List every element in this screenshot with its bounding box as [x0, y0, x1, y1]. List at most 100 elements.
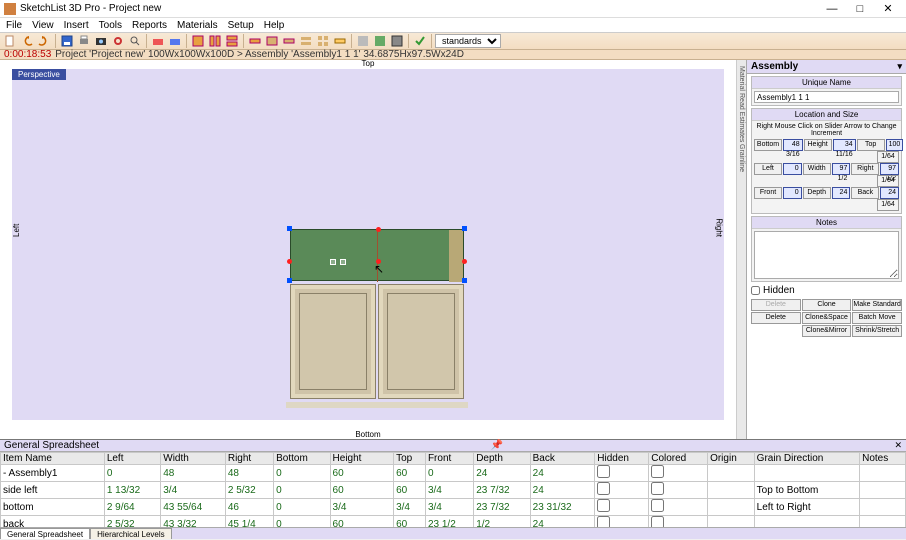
table-cell[interactable]: side left: [1, 482, 105, 499]
undo-icon[interactable]: [19, 33, 35, 49]
row-checkbox[interactable]: [597, 465, 610, 478]
shade-blue-icon[interactable]: [167, 33, 183, 49]
table-cell[interactable]: 60: [330, 482, 394, 499]
row-checkbox[interactable]: [597, 499, 610, 512]
table-cell[interactable]: 23 31/32: [530, 499, 595, 516]
clone-mirror-button[interactable]: Clone&Mirror: [802, 325, 852, 337]
table-cell[interactable]: 24: [530, 482, 595, 499]
menu-setup[interactable]: Setup: [224, 20, 258, 31]
table-cell[interactable]: [649, 482, 708, 499]
make-standard-button[interactable]: Make Standard: [852, 299, 902, 311]
increment-value[interactable]: 1/64: [877, 175, 899, 187]
clone-space-button[interactable]: Clone&Space: [802, 312, 852, 324]
spreadsheet-table-wrap[interactable]: Item NameLeftWidthRightBottomHeightTopFr…: [0, 452, 906, 527]
table-cell[interactable]: [595, 465, 649, 482]
table-cell[interactable]: 60: [394, 465, 426, 482]
redo-icon[interactable]: [36, 33, 52, 49]
view-3-icon[interactable]: [224, 33, 240, 49]
delete-button[interactable]: Delete: [751, 312, 801, 324]
row-checkbox[interactable]: [651, 499, 664, 512]
view-2-icon[interactable]: [207, 33, 223, 49]
table-cell[interactable]: Top to Bottom: [754, 482, 859, 499]
table-cell[interactable]: [708, 482, 755, 499]
col-header[interactable]: Height: [330, 453, 394, 465]
table-cell[interactable]: 2 9/64: [104, 499, 160, 516]
red-point-icon[interactable]: [287, 259, 292, 264]
col-header[interactable]: Front: [425, 453, 473, 465]
increment-value[interactable]: 1/64: [877, 151, 899, 163]
menu-view[interactable]: View: [28, 20, 58, 31]
table-row[interactable]: side left1 13/323/42 5/32060603/423 7/32…: [1, 482, 906, 499]
spreadsheet-header[interactable]: General Spreadsheet 📌 ✕: [0, 440, 906, 452]
table-cell[interactable]: 60: [330, 465, 394, 482]
table-cell[interactable]: 2 5/32: [104, 516, 160, 528]
row-checkbox[interactable]: [651, 465, 664, 478]
table-cell[interactable]: [595, 516, 649, 528]
table-cell[interactable]: [595, 482, 649, 499]
increment-value[interactable]: 1/64: [877, 199, 899, 211]
table-cell[interactable]: - Assembly1: [1, 465, 105, 482]
unique-name-input[interactable]: [754, 91, 899, 103]
table-cell[interactable]: 60: [394, 482, 426, 499]
assembly-panel-header[interactable]: Assembly ▾: [747, 60, 906, 74]
shrink-stretch-button[interactable]: Shrink/Stretch: [852, 325, 902, 337]
board-grid-icon[interactable]: [315, 33, 331, 49]
dim-front-button[interactable]: Front: [754, 187, 782, 199]
tab-hierarchical-levels[interactable]: Hierarchical Levels: [90, 528, 172, 539]
table-cell[interactable]: [860, 482, 906, 499]
viewport-mode-tab[interactable]: Perspective: [12, 69, 66, 80]
table-cell[interactable]: 46: [225, 499, 273, 516]
table-cell[interactable]: [860, 516, 906, 528]
resize-handle[interactable]: [462, 278, 467, 283]
dim-left-value[interactable]: 0: [783, 163, 802, 175]
table-cell[interactable]: 1 13/32: [104, 482, 160, 499]
resize-handle[interactable]: [462, 226, 467, 231]
cabinet-model[interactable]: [290, 229, 464, 404]
table-cell[interactable]: 43 3/32: [161, 516, 226, 528]
dim-depth-button[interactable]: Depth: [803, 187, 831, 199]
sel-point-icon[interactable]: [330, 259, 336, 265]
close-button[interactable]: ✕: [874, 2, 902, 15]
table-cell[interactable]: 3/4: [161, 482, 226, 499]
col-header[interactable]: Origin: [708, 453, 755, 465]
dim-bottom-button[interactable]: Bottom: [754, 139, 782, 151]
view-1-icon[interactable]: [190, 33, 206, 49]
resize-handle[interactable]: [287, 226, 292, 231]
new-icon[interactable]: [2, 33, 18, 49]
shade-c-icon[interactable]: [389, 33, 405, 49]
table-cell[interactable]: 0: [425, 465, 473, 482]
row-checkbox[interactable]: [651, 482, 664, 495]
dim-depth-value[interactable]: 24: [832, 187, 851, 199]
minimize-button[interactable]: —: [818, 3, 846, 15]
save-icon[interactable]: [59, 33, 75, 49]
table-cell[interactable]: 43 55/64: [161, 499, 226, 516]
col-header[interactable]: Top: [394, 453, 426, 465]
batch-move-button[interactable]: Batch Move: [852, 312, 902, 324]
dim-top-button[interactable]: Top: [857, 139, 885, 151]
table-cell[interactable]: 3/4: [425, 482, 473, 499]
shade-a-icon[interactable]: [355, 33, 371, 49]
table-cell[interactable]: 0: [274, 465, 330, 482]
table-cell[interactable]: 48: [225, 465, 273, 482]
menu-file[interactable]: File: [2, 20, 26, 31]
table-row[interactable]: bottom2 9/6443 55/644603/43/43/423 7/322…: [1, 499, 906, 516]
table-cell[interactable]: 3/4: [425, 499, 473, 516]
dim-front-value[interactable]: 0: [783, 187, 802, 199]
table-cell[interactable]: 0: [274, 516, 330, 528]
table-cell[interactable]: [708, 465, 755, 482]
menu-materials[interactable]: Materials: [173, 20, 222, 31]
tab-general-spreadsheet[interactable]: General Spreadsheet: [0, 528, 90, 539]
sidebar-tab[interactable]: Material: [738, 66, 745, 91]
table-cell[interactable]: 23 7/32: [474, 482, 530, 499]
table-cell[interactable]: [754, 516, 859, 528]
dim-height-value[interactable]: 34 11/16: [833, 139, 856, 151]
col-header[interactable]: Bottom: [274, 453, 330, 465]
dim-back-value[interactable]: 24: [880, 187, 899, 199]
camera-icon[interactable]: [93, 33, 109, 49]
table-cell[interactable]: 60: [330, 516, 394, 528]
col-header[interactable]: Colored: [649, 453, 708, 465]
table-row[interactable]: back2 5/3243 3/3245 1/40606023 1/21/224: [1, 516, 906, 528]
table-cell[interactable]: 24: [530, 516, 595, 528]
menu-insert[interactable]: Insert: [60, 20, 93, 31]
viewport[interactable]: Perspective Left Right: [12, 69, 724, 420]
